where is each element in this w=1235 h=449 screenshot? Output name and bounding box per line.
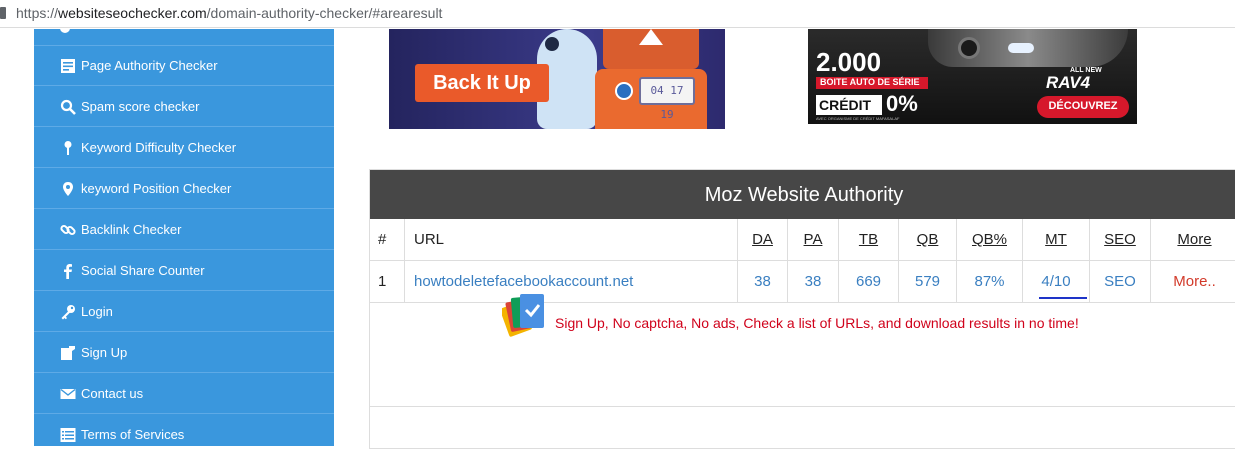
sidebar-item-label: Page Authority Checker	[81, 58, 218, 73]
document-icon	[61, 59, 75, 73]
tb-value: 669	[855, 273, 882, 290]
panel-title: Moz Website Authority	[704, 184, 904, 206]
pin-icon	[64, 141, 72, 155]
row-number: 1	[378, 273, 387, 290]
url-text[interactable]: https://websiteseochecker.com/domain-aut…	[16, 5, 442, 21]
partial-icon	[60, 29, 70, 33]
discover-button[interactable]: DÉCOUVREZ	[1037, 96, 1129, 118]
more-link[interactable]: More..	[1151, 273, 1235, 290]
sidebar-item-label: Login	[81, 304, 113, 319]
qb-value: 579	[914, 273, 941, 290]
divider	[370, 406, 1235, 407]
signup-promo[interactable]: Sign Up, No captcha, No ads, Check a lis…	[500, 290, 1079, 347]
column-header-mt[interactable]: MT	[1023, 231, 1089, 248]
signup-promo-text[interactable]: Sign Up, No captcha, No ads, Check a lis…	[555, 315, 1079, 331]
sidebar-item-social-share[interactable]: Social Share Counter	[34, 251, 334, 291]
sidebar-item-label: Backlink Checker	[81, 222, 182, 237]
da-value: 38	[754, 273, 771, 290]
sidebar-item-sign-up[interactable]: Sign Up	[34, 333, 334, 373]
back-it-up-button[interactable]: Back It Up	[415, 64, 549, 102]
sidebar-item-backlink[interactable]: Backlink Checker	[34, 210, 334, 250]
sidebar-item-keyword-difficulty[interactable]: Keyword Difficulty Checker	[34, 128, 334, 168]
facebook-icon	[64, 264, 72, 279]
advertisement-banner-left[interactable]: 04 17 19 Back It Up	[389, 29, 725, 129]
pa-value: 38	[804, 273, 822, 290]
refresh-icon	[615, 82, 633, 100]
column-header-da[interactable]: DA	[738, 231, 787, 248]
link-icon	[60, 224, 76, 236]
mt-value: 4/10	[1041, 273, 1071, 290]
advertisement-banner-right[interactable]: 2.000 BOITE AUTO DE SÉRIE CRÉDIT 0% AVEC…	[808, 29, 1137, 124]
column-header-pa[interactable]: PA	[788, 231, 838, 248]
sidebar-item-label: Sign Up	[81, 345, 128, 360]
list-icon	[60, 428, 76, 442]
mt-progress-fill	[1039, 297, 1087, 299]
signup-icon	[61, 346, 75, 360]
location-icon	[63, 182, 73, 196]
column-header-url: URL	[414, 231, 445, 248]
column-header-more[interactable]: More	[1151, 231, 1235, 248]
address-bar[interactable]: https://websiteseochecker.com/domain-aut…	[0, 0, 1235, 28]
date-counter: 04 17 19	[639, 77, 695, 121]
sidebar-item-label: Terms of Services	[81, 427, 185, 442]
sidebar-item-label: Spam score checker	[81, 99, 200, 114]
sidebar-item-label: Social Share Counter	[81, 263, 205, 278]
qb-percent-value: 87%	[974, 273, 1005, 290]
table-row: 1 howtodeletefacebookaccount.net 38 38 6…	[370, 261, 1235, 303]
sidebar-item-terms[interactable]: Terms of Services	[34, 415, 334, 446]
ad-headline: 2.000	[816, 47, 882, 77]
column-header-seo[interactable]: SEO	[1090, 231, 1150, 248]
sidebar-nav: Page Authority Checker Spam score checke…	[34, 29, 334, 446]
envelope-icon	[60, 388, 76, 399]
seo-link[interactable]: SEO	[1090, 273, 1150, 290]
sidebar-item-label: Keyword Difficulty Checker	[81, 140, 237, 155]
sidebar-item-keyword-position[interactable]: keyword Position Checker	[34, 169, 334, 209]
checklist-icon	[500, 294, 544, 337]
result-url-link[interactable]: howtodeletefacebookaccount.net	[414, 273, 633, 290]
results-panel: Moz Website Authority # URL DA PA TB QB …	[369, 169, 1235, 449]
panel-header: Moz Website Authority	[370, 170, 1235, 219]
table-header-row: # URL DA PA TB QB QB% MT SEO More	[370, 219, 1235, 261]
sidebar-item-contact[interactable]: Contact us	[34, 374, 334, 414]
lock-icon	[0, 7, 6, 19]
column-header-qb[interactable]: QB	[899, 231, 956, 248]
column-header-tb[interactable]: TB	[839, 231, 898, 248]
column-header-number: #	[378, 231, 387, 248]
sidebar-item-label: Contact us	[81, 386, 144, 401]
sidebar-item-login[interactable]: Login	[34, 292, 334, 332]
sidebar-item-spam-score[interactable]: Spam score checker	[34, 87, 334, 127]
key-icon	[61, 305, 75, 320]
column-header-qb-percent[interactable]: QB%	[957, 231, 1022, 248]
sidebar-item-page-authority[interactable]: Page Authority Checker	[34, 46, 334, 86]
search-icon	[60, 99, 76, 115]
sidebar-item-label: keyword Position Checker	[81, 181, 232, 196]
mt-progress-track	[1039, 297, 1087, 299]
